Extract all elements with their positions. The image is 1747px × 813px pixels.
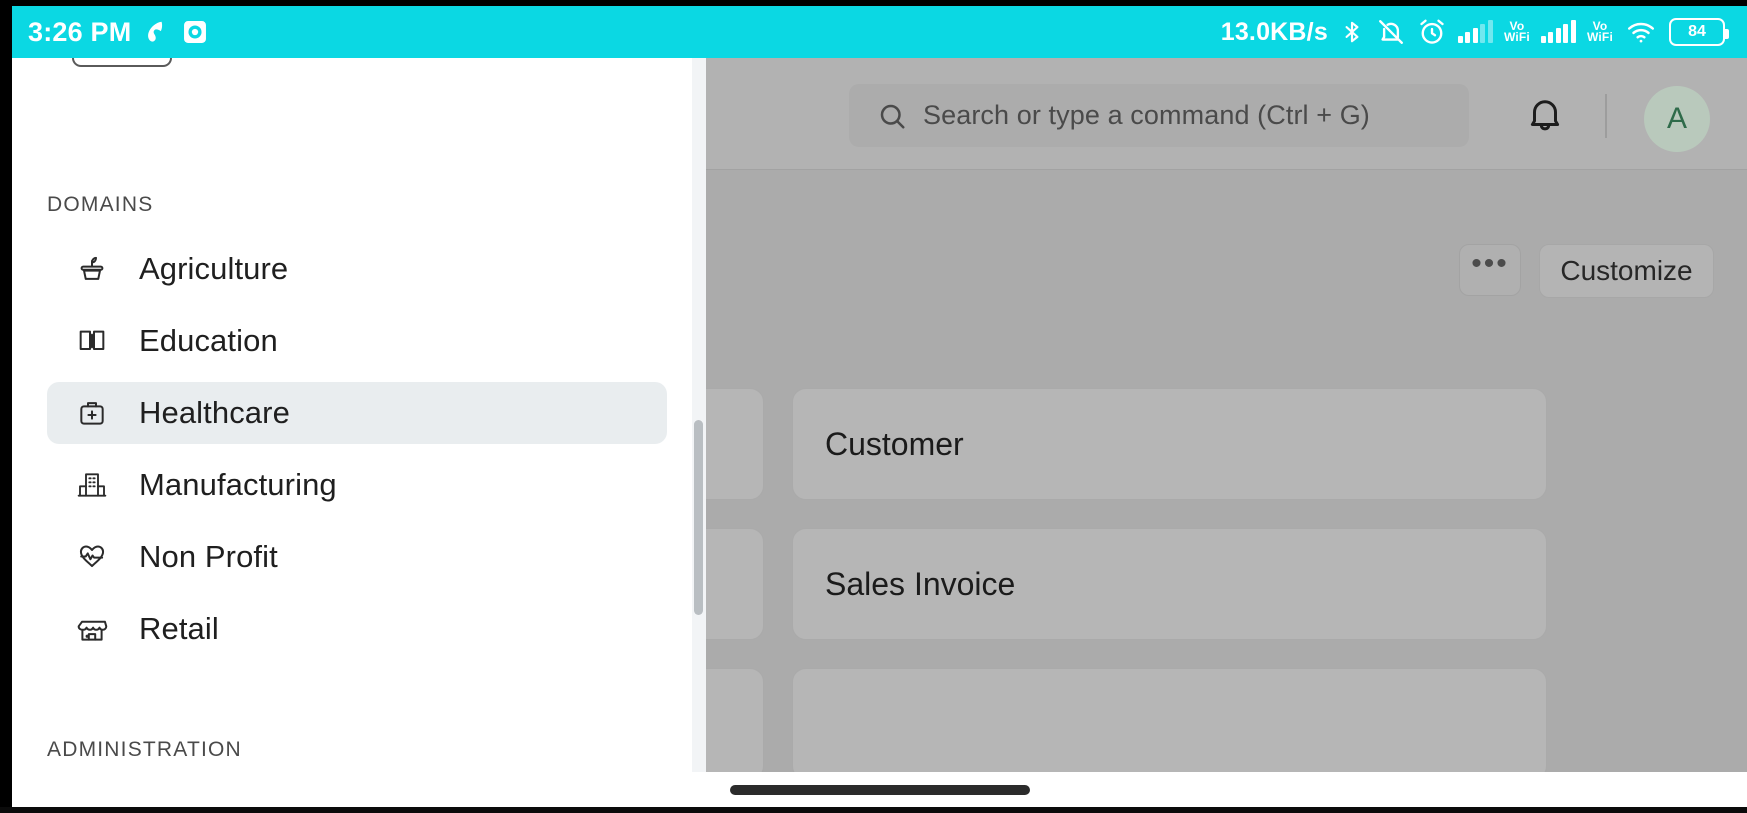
data-saver-icon (142, 18, 170, 46)
more-options-button[interactable]: ••• (1459, 244, 1521, 296)
sidebar-item-retail[interactable]: Retail (47, 598, 667, 660)
volte-wifi-sim1-icon: Vo WiFi (1503, 21, 1530, 44)
device-bezel-bottom (0, 807, 1747, 813)
navigation-drawer: DOMAINS Agriculture Education Healthcare… (12, 58, 702, 778)
signal-bars-sim1-icon (1457, 20, 1493, 43)
device-bezel-left (0, 0, 12, 813)
storefront-icon (75, 612, 109, 646)
battery-level-text: 84 (1688, 23, 1706, 40)
drawer-header-clipped-icon (72, 58, 172, 67)
network-rate-text: 13.0KB/s (1220, 17, 1328, 46)
vowifi-label-bottom: WiFi (1586, 30, 1613, 44)
sidebar-item-label: Education (139, 323, 278, 358)
device-bezel-top (0, 0, 1747, 6)
avatar-initial: A (1666, 102, 1687, 135)
shortcut-card[interactable] (792, 668, 1547, 778)
sidebar-item-healthcare[interactable]: Healthcare (47, 382, 667, 444)
home-gesture-handle[interactable] (729, 784, 1030, 795)
domain-nav-list: Agriculture Education Healthcare Manufac… (12, 238, 702, 670)
sidebar-item-education[interactable]: Education (47, 310, 667, 372)
bell-icon (1524, 93, 1566, 140)
status-bar-left-cluster: 3:26 PM (28, 18, 209, 46)
notifications-button[interactable] (1522, 93, 1568, 139)
plant-pot-icon (75, 252, 109, 286)
sidebar-item-agriculture[interactable]: Agriculture (47, 238, 667, 300)
drawer-scrollbar-track[interactable] (692, 58, 706, 778)
search-icon (877, 101, 907, 131)
volte-wifi-sim2-icon: Vo WiFi (1586, 21, 1613, 44)
screen-root: Search or type a command (Ctrl + G) A ••… (0, 0, 1747, 813)
sidebar-item-label: Manufacturing (139, 467, 337, 502)
sidebar-item-label: Agriculture (139, 251, 289, 286)
mute-vibrate-icon (1376, 17, 1406, 47)
clock-text: 3:26 PM (28, 16, 132, 47)
signal-bars-sim2-icon (1540, 20, 1576, 43)
medical-bag-icon (75, 396, 109, 430)
alarm-icon (1417, 17, 1447, 47)
bluetooth-icon (1339, 17, 1365, 47)
shortcut-card-title: Sales Invoice (825, 565, 1016, 602)
open-book-icon (75, 324, 109, 358)
sidebar-item-manufacturing[interactable]: Manufacturing (47, 454, 667, 516)
factory-icon (75, 468, 109, 502)
sidebar-item-non-profit[interactable]: Non Profit (47, 526, 667, 588)
section-header-administration: ADMINISTRATION (47, 738, 242, 761)
avatar[interactable]: A (1644, 86, 1710, 152)
sidebar-item-label: Retail (139, 611, 219, 646)
drawer-scrollbar-thumb[interactable] (694, 420, 703, 615)
customize-button-label: Customize (1560, 255, 1693, 286)
shortcut-card[interactable]: Sales Invoice (792, 528, 1547, 640)
battery-icon: 84 (1669, 18, 1729, 46)
shortcut-card[interactable]: Customer (792, 388, 1547, 500)
heart-pulse-icon (75, 540, 109, 574)
android-gesture-nav-bar (12, 772, 1747, 807)
search-placeholder-text: Search or type a command (Ctrl + G) (923, 100, 1370, 130)
status-bar-right-cluster: 13.0KB/s Vo WiFi Vo WiFi 84 (1220, 17, 1729, 47)
search-input[interactable]: Search or type a command (Ctrl + G) (849, 84, 1469, 147)
sidebar-item-label: Healthcare (139, 395, 290, 430)
vowifi-label-bottom: WiFi (1503, 30, 1530, 44)
topbar-divider (1605, 94, 1607, 138)
sidebar-item-label: Non Profit (139, 539, 278, 574)
customize-button[interactable]: Customize (1539, 244, 1714, 298)
shortcut-card-title: Customer (825, 425, 964, 462)
section-header-domains: DOMAINS (47, 193, 154, 216)
screen-recorder-icon (181, 18, 209, 46)
wifi-icon (1624, 17, 1658, 47)
android-status-bar: 3:26 PM 13.0KB/s Vo WiFi Vo WiFi 84 (12, 6, 1747, 58)
